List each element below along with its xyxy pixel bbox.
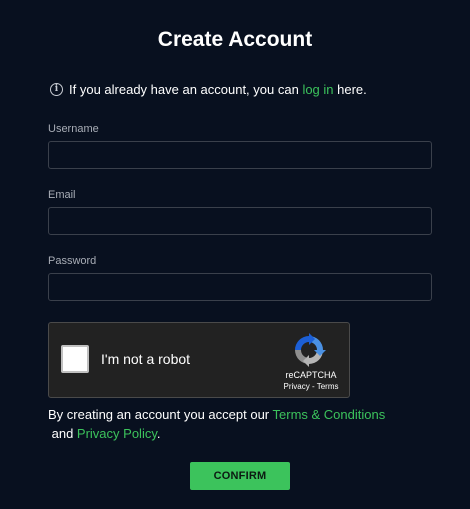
recaptcha-logo-icon bbox=[295, 333, 326, 367]
email-label: Email bbox=[48, 189, 76, 201]
create-account-page: Create Account i If you already have an … bbox=[0, 0, 470, 509]
recaptcha-checkbox[interactable] bbox=[61, 345, 89, 373]
login-link[interactable]: log in bbox=[302, 82, 333, 97]
terms-notice-suffix: . bbox=[156, 426, 161, 441]
recaptcha-links-separator: - bbox=[309, 382, 317, 391]
confirm-button[interactable]: CONFIRM bbox=[190, 462, 290, 490]
terms-notice-prefix: By creating an account you accept our bbox=[48, 407, 273, 422]
recaptcha-widget: I'm not a robot reCAPTCHA Privacy - Term… bbox=[48, 322, 350, 398]
email-field[interactable] bbox=[48, 207, 432, 235]
recaptcha-brand: reCAPTCHA bbox=[285, 370, 337, 380]
page-title: Create Account bbox=[157, 28, 313, 51]
password-label: Password bbox=[48, 255, 97, 267]
terms-notice-middle: and bbox=[48, 426, 77, 441]
terms-link[interactable]: Terms & Conditions bbox=[273, 407, 386, 422]
password-field[interactable] bbox=[48, 273, 432, 301]
terms-notice: By creating an account you accept our Te… bbox=[48, 405, 432, 443]
login-notice: i If you already have an account, you ca… bbox=[50, 82, 367, 97]
recaptcha-privacy-link[interactable]: Privacy bbox=[284, 382, 310, 391]
username-field[interactable] bbox=[48, 141, 432, 169]
privacy-policy-link[interactable]: Privacy Policy bbox=[77, 426, 157, 441]
username-label: Username bbox=[48, 123, 99, 135]
info-icon: i bbox=[50, 83, 63, 96]
recaptcha-links: Privacy - Terms bbox=[277, 382, 345, 391]
recaptcha-terms-link[interactable]: Terms bbox=[317, 382, 339, 391]
login-notice-suffix: here. bbox=[333, 82, 367, 97]
login-notice-prefix: If you already have an account, you can bbox=[69, 82, 303, 97]
recaptcha-checkbox-label: I'm not a robot bbox=[101, 351, 191, 367]
